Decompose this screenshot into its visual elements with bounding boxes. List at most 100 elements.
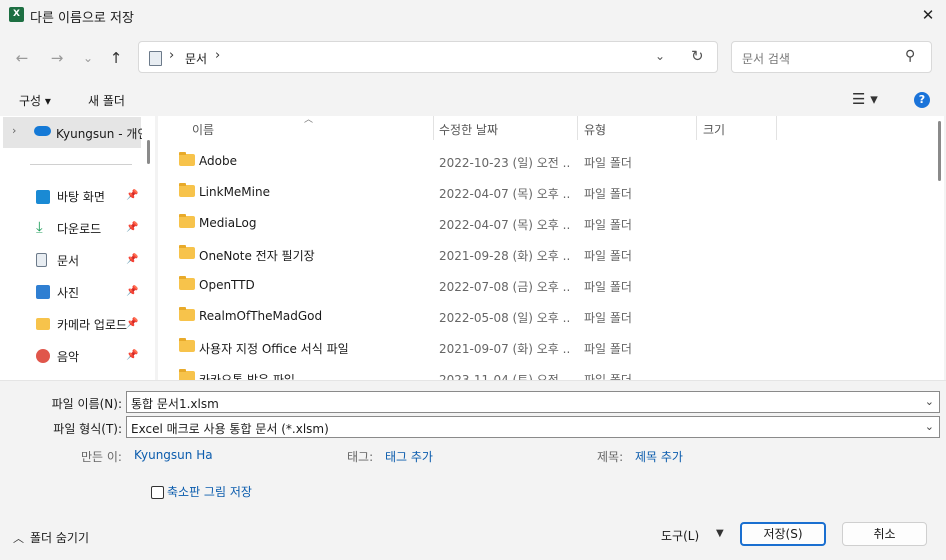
list-item[interactable]: OpenTTD 2022-07-08 (금) 오후 ... 파일 폴더 <box>158 269 944 300</box>
pin-icon: 📌 <box>126 222 139 233</box>
sidebar-item-music[interactable]: 음악 📌 <box>0 341 142 371</box>
up-button[interactable]: ↑ <box>105 48 127 68</box>
caret-down-icon[interactable]: ▼ <box>716 528 724 539</box>
desktop-icon <box>36 190 50 204</box>
scrollbar-thumb[interactable] <box>147 140 150 164</box>
sidebar-item-label: 다운로드 <box>57 222 102 236</box>
file-date: 2022-05-08 (일) 오후 ... <box>439 311 570 325</box>
filetype-value[interactable]: Excel 매크로 사용 통합 문서 (*.xlsm) <box>131 420 329 437</box>
forward-button[interactable]: → <box>46 48 68 68</box>
tags-input[interactable]: 태그 추가 <box>385 448 433 465</box>
save-thumbnail-label[interactable]: 축소판 그림 저장 <box>167 483 252 500</box>
column-divider[interactable] <box>433 116 434 140</box>
chevron-right-icon[interactable]: › <box>12 124 16 137</box>
filetype-label: 파일 형식(T): <box>53 422 122 436</box>
search-input[interactable]: 문서 검색 <box>742 50 790 67</box>
file-type: 파일 폴더 <box>584 280 632 294</box>
pin-icon: 📌 <box>126 254 139 265</box>
column-header-name[interactable]: 이름 <box>192 121 214 138</box>
file-date: 2021-09-07 (화) 오후 ... <box>439 342 570 356</box>
breadcrumb-separator[interactable]: › <box>169 48 174 63</box>
file-type: 파일 폴더 <box>584 156 632 170</box>
cancel-button[interactable]: 취소 <box>842 522 927 546</box>
file-date: 2022-04-07 (목) 오후 ... <box>439 218 570 232</box>
pin-icon: 📌 <box>126 190 139 201</box>
chevron-down-icon[interactable]: ⌄ <box>925 420 934 433</box>
column-header-modified[interactable]: 수정한 날짜 <box>439 121 498 138</box>
back-button[interactable]: ← <box>11 48 33 68</box>
documents-icon <box>36 253 47 267</box>
filename-field[interactable]: 통합 문서1.xlsm ⌄ <box>126 391 940 413</box>
view-options-button[interactable]: ☰ ▾ <box>852 90 878 108</box>
folder-icon <box>179 214 195 228</box>
file-date: 2021-09-28 (화) 오후 ... <box>439 249 570 263</box>
breadcrumb-separator[interactable]: › <box>215 48 220 63</box>
pin-icon: 📌 <box>126 350 139 361</box>
file-type: 파일 폴더 <box>584 249 632 263</box>
file-type: 파일 폴더 <box>584 218 632 232</box>
title-input[interactable]: 제목 추가 <box>635 448 683 465</box>
music-icon <box>36 349 50 363</box>
title-label: 제목: <box>597 450 624 464</box>
divider <box>30 164 132 165</box>
file-type: 파일 폴더 <box>584 187 632 201</box>
save-button[interactable]: 저장(S) <box>740 522 826 546</box>
organize-button[interactable]: 구성 ▾ <box>19 92 51 109</box>
hide-folders-button[interactable]: 폴더 숨기기 <box>30 529 89 546</box>
scrollbar-thumb[interactable] <box>938 121 941 181</box>
list-item[interactable]: OneNote 전자 필기장 2021-09-28 (화) 오후 ... 파일 … <box>158 238 944 269</box>
list-item[interactable]: 카카오톡 받은 파일 2023-11-04 (토) 오전 ... 파일 폴더 <box>158 362 944 380</box>
column-header-type[interactable]: 유형 <box>584 121 606 138</box>
list-item[interactable]: Adobe 2022-10-23 (일) 오전 ... 파일 폴더 <box>158 145 944 176</box>
save-thumbnail-checkbox[interactable] <box>151 486 164 499</box>
onedrive-cloud-icon <box>34 126 51 136</box>
column-divider[interactable] <box>776 116 777 140</box>
filename-label: 파일 이름(N): <box>51 397 122 411</box>
list-item[interactable]: RealmOfTheMadGod 2022-05-08 (일) 오후 ... 파… <box>158 300 944 331</box>
sidebar-item-downloads[interactable]: ⤓ 다운로드 📌 <box>0 213 142 243</box>
file-date: 2022-10-23 (일) 오전 ... <box>439 156 570 170</box>
list-item[interactable]: MediaLog 2022-04-07 (목) 오후 ... 파일 폴더 <box>158 207 944 238</box>
chevron-up-icon[interactable]: ︿ <box>13 530 24 546</box>
close-button[interactable]: ✕ <box>916 4 940 26</box>
sidebar-item-camera-uploads[interactable]: 카메라 업로드 📌 <box>0 309 142 339</box>
search-box[interactable]: 문서 검색 ⚲ <box>731 41 932 73</box>
folder-icon <box>179 369 195 380</box>
folder-icon <box>179 338 195 352</box>
breadcrumb-documents[interactable]: 문서 <box>185 50 207 67</box>
filetype-select[interactable]: Excel 매크로 사용 통합 문서 (*.xlsm) ⌄ <box>126 416 940 438</box>
list-item[interactable]: 사용자 지정 Office 서식 파일 2021-09-07 (화) 오후 ..… <box>158 331 944 362</box>
close-icon: ✕ <box>921 6 935 24</box>
column-header-size[interactable]: 크기 <box>703 121 725 138</box>
list-item[interactable]: LinkMeMine 2022-04-07 (목) 오후 ... 파일 폴더 <box>158 176 944 207</box>
tools-button[interactable]: 도구(L) <box>661 527 699 544</box>
pin-icon: 📌 <box>126 286 139 297</box>
file-name: 카카오톡 받은 파일 <box>199 373 295 380</box>
refresh-icon[interactable]: ↻ <box>691 47 704 65</box>
file-name: 사용자 지정 Office 서식 파일 <box>199 342 349 356</box>
sidebar-item-desktop[interactable]: 바탕 화면 📌 <box>0 181 142 211</box>
address-bar[interactable]: › 문서 › ⌄ ↻ <box>138 41 718 73</box>
new-folder-button[interactable]: 새 폴더 <box>88 92 125 109</box>
sidebar-item-documents[interactable]: 문서 📌 <box>0 245 142 275</box>
sidebar-item-label: 문서 <box>57 254 80 268</box>
chevron-down-icon[interactable]: ⌄ <box>655 49 665 63</box>
sort-ascending-icon: ︿ <box>304 115 314 125</box>
chevron-down-icon[interactable]: ⌄ <box>925 395 934 408</box>
recent-locations-button[interactable]: ⌄ <box>77 48 99 68</box>
file-date: 2023-11-04 (토) 오전 ... <box>439 373 570 380</box>
file-name: OpenTTD <box>199 278 255 292</box>
column-divider[interactable] <box>696 116 697 140</box>
author-value[interactable]: Kyungsun Ha <box>134 448 213 462</box>
download-icon: ⤓ <box>36 218 43 236</box>
column-divider[interactable] <box>577 116 578 140</box>
filename-value[interactable]: 통합 문서1.xlsm <box>131 395 219 412</box>
file-type: 파일 폴더 <box>584 373 632 380</box>
folder-icon <box>179 245 195 259</box>
file-name: RealmOfTheMadGod <box>199 309 323 323</box>
search-icon[interactable]: ⚲ <box>905 48 915 64</box>
excel-app-icon: X <box>9 7 24 22</box>
title-bar <box>0 0 946 30</box>
sidebar-item-pictures[interactable]: 사진 📌 <box>0 277 142 307</box>
help-icon[interactable]: ? <box>914 92 930 108</box>
